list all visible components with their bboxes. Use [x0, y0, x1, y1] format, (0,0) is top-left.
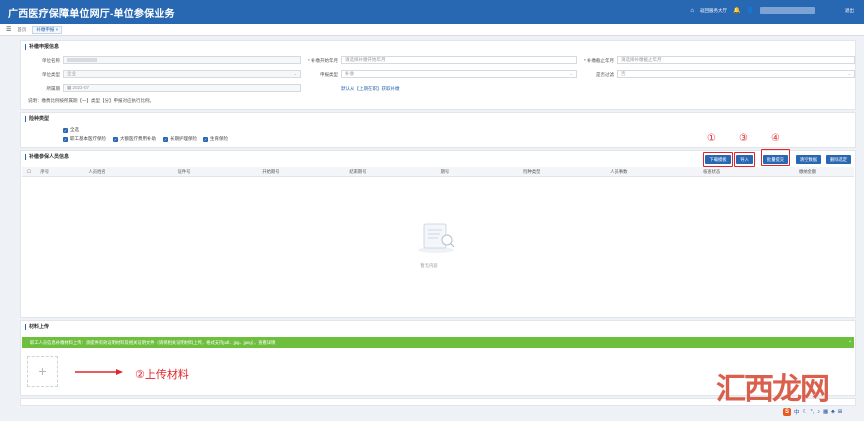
section-title: 补缴申报信息 — [25, 44, 59, 50]
table-header: ☐ 序号 人员姓名 证件号 开始期号 结束期号 期号 险种类型 人员事数 核查状… — [22, 167, 854, 177]
clear-data-button[interactable]: 清空数据 — [796, 155, 821, 164]
default-fetch-link[interactable]: 默认从【上期在职】获取补缴 — [341, 86, 400, 92]
check-icon: ✓ — [203, 136, 208, 142]
upload-annotation: ②上传材料 — [135, 369, 189, 381]
chevron-down-icon: ⌄ — [293, 71, 297, 76]
ime-mode[interactable]: 中 — [794, 408, 800, 416]
insurance-type-panel: 险种类型 — [20, 112, 856, 148]
select-all-checkbox[interactable]: ✓ 全选 — [63, 127, 79, 133]
section-title: 材料上传 — [25, 324, 49, 330]
check-icon: ✓ — [163, 136, 168, 142]
declare-type-select[interactable]: 补收 ⌄ — [341, 70, 577, 78]
insurance-label: 生育保险 — [210, 136, 228, 141]
keyboard-icon[interactable]: ▦ — [823, 409, 828, 415]
chevron-down-icon[interactable]: ⌄ — [848, 338, 852, 344]
delete-selected-button[interactable]: 删除选定 — [826, 155, 851, 164]
tab-bar: ☰ 首页 补缴申报 × — [0, 24, 864, 36]
user-icon: 👤 — [746, 8, 754, 14]
col-header: 人员姓名 — [88, 168, 106, 174]
insurance-checkbox-3[interactable]: ✓ 长期护理保险 — [163, 136, 197, 142]
chevron-down-icon: ⌄ — [847, 71, 851, 76]
declare-type-label: 申报类型 — [320, 72, 338, 77]
ime-toolbar: S 中 ☾ °, ♪ ▦ ♣ ⊞ — [783, 408, 842, 416]
grid-icon[interactable]: ⊞ — [838, 409, 843, 415]
empty-text: 暂无内容 — [420, 263, 438, 268]
col-header: 缴纳金额 — [798, 168, 817, 174]
col-header: 核查状态 — [703, 168, 721, 174]
insurance-label: 职工基本医疗保险 — [70, 136, 106, 141]
declare-type-value: 补收 — [345, 71, 354, 76]
highlight-box-1 — [703, 152, 733, 167]
unit-type-label: 单位类型 — [42, 72, 60, 77]
filter-select[interactable]: 否 ⌄ — [617, 70, 855, 78]
header-checkbox[interactable]: ☐ — [22, 169, 36, 175]
col-header: 险种类型 — [523, 168, 541, 174]
chevron-down-icon: ⌄ — [569, 71, 573, 76]
annotation-3: ③ — [739, 133, 748, 144]
highlight-box-4 — [761, 149, 790, 166]
home-icon[interactable]: ⌂ — [690, 8, 694, 14]
col-header: 期号 — [440, 168, 450, 174]
insurance-label: 长期护理保险 — [170, 136, 197, 141]
insurance-label: 大额医疗费用补助 — [120, 136, 156, 141]
unit-type-value: 企业 — [67, 71, 76, 76]
watermark-logo: 汇西龙网 — [716, 372, 830, 407]
check-icon: ✓ — [63, 127, 68, 133]
empty-data-icon — [418, 223, 455, 253]
col-header: 开始期号 — [262, 168, 280, 174]
unit-name-field — [63, 56, 301, 64]
start-month-label: * 补缴开始年月 — [307, 58, 338, 63]
upload-add-button[interactable]: + — [27, 356, 58, 387]
mic-icon[interactable]: ♪ — [817, 409, 820, 415]
unit-name-label: 单位名称 — [42, 58, 60, 63]
bell-icon[interactable]: 🔔 — [733, 7, 740, 14]
arrow-icon — [75, 369, 123, 375]
punct-icon[interactable]: °, — [810, 409, 814, 415]
period-field: ▦ 2022-07 — [63, 84, 301, 92]
upload-notice-banner: 职工人员信息补缴材料上传：须提供有效证明材料及相关证明文件（请将相关证明材料上传… — [22, 337, 854, 348]
col-header: 序号 — [40, 168, 50, 174]
select-all-label: 全选 — [70, 127, 79, 132]
tab-home[interactable]: 首页 — [17, 27, 26, 33]
rate-note: 说明：缴费比例按所属期【一】类型【分】申报对应执行比例。 — [28, 98, 154, 103]
insurance-checkbox-2[interactable]: ✓ 大额医疗费用补助 — [113, 136, 156, 142]
filter-label: 是否过滤 — [596, 72, 614, 77]
col-header: 结束期号 — [349, 168, 367, 174]
tab-active-label: 补缴申报 — [36, 26, 55, 32]
ime-logo-icon: S — [783, 408, 791, 416]
logout-button[interactable]: 退出 — [845, 8, 854, 14]
insurance-checkbox-1[interactable]: ✓ 职工基本医疗保险 — [63, 136, 106, 142]
moon-icon[interactable]: ☾ — [803, 409, 808, 415]
app-title: 广西医疗保障单位网厅-单位参保业务 — [8, 9, 175, 20]
col-header: 人员事数 — [610, 168, 628, 174]
filter-value: 否 — [621, 71, 626, 76]
check-icon: ✓ — [113, 136, 118, 142]
insurance-checkbox-4[interactable]: ✓ 生育保险 — [203, 136, 228, 142]
period-label: 所属期 — [46, 86, 61, 91]
service-hall-link[interactable]: 返回服务大厅 — [700, 8, 727, 14]
user-name-redacted — [760, 7, 815, 14]
end-month-label: * 补缴截止年月 — [583, 58, 614, 63]
tab-active[interactable]: 补缴申报 × — [32, 25, 63, 34]
annotation-4: ④ — [771, 133, 780, 144]
highlight-box-3 — [734, 152, 755, 167]
shirt-icon[interactable]: ♣ — [831, 409, 835, 415]
col-header: 证件号 — [177, 168, 191, 174]
start-month-field[interactable]: 请选择补缴开始年月 — [341, 56, 577, 64]
section-title: 险种类型 — [25, 116, 49, 122]
check-icon: ✓ — [63, 136, 68, 142]
header-right: ⌂ 返回服务大厅 🔔 👤 退出 — [690, 7, 854, 14]
section-title: 补缴参保人员信息 — [25, 154, 69, 160]
top-bar: 广西医疗保障单位网厅-单位参保业务 ⌂ 返回服务大厅 🔔 👤 退出 — [0, 0, 864, 24]
annotation-1: ① — [707, 133, 716, 144]
period-value: 2022-07 — [72, 85, 90, 90]
end-month-field[interactable]: 请选择补缴截止年月 — [617, 56, 855, 64]
menu-icon[interactable]: ☰ — [6, 26, 11, 33]
unit-type-select[interactable]: 企业 ⌄ — [63, 70, 301, 78]
